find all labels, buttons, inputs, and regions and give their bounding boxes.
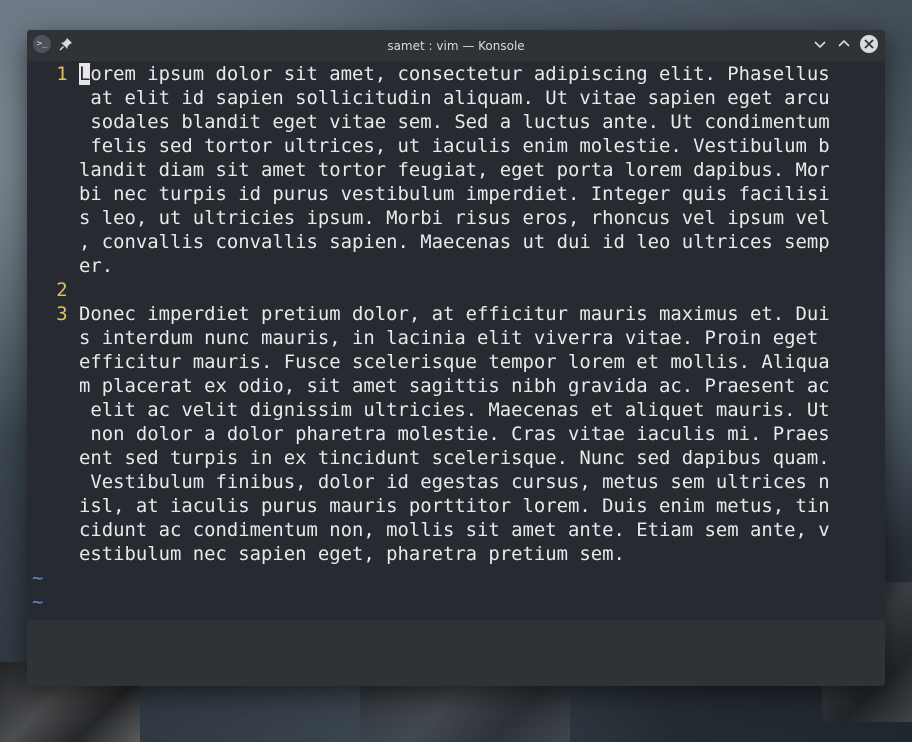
line-number xyxy=(27,326,79,350)
line-number xyxy=(27,542,79,566)
line-text: ent sed turpis in ex tincidunt scelerisq… xyxy=(79,447,830,469)
wallpaper-station-module xyxy=(360,682,570,742)
line-text: er. xyxy=(79,255,114,277)
minimize-chevron-icon[interactable] xyxy=(812,36,828,52)
maximize-chevron-icon[interactable] xyxy=(836,36,852,52)
editor-line[interactable]: non dolor a dolor pharetra molestie. Cra… xyxy=(27,422,885,446)
line-text: s leo, ut ultricies ipsum. Morbi risus e… xyxy=(79,207,830,229)
tilde-marker: ~ xyxy=(32,591,44,613)
line-number xyxy=(27,182,79,206)
editor-line[interactable]: sodales blandit eget vitae sem. Sed a lu… xyxy=(27,110,885,134)
editor-line[interactable]: at elit id sapien sollicitudin aliquam. … xyxy=(27,86,885,110)
editor-line[interactable]: cidunt ac condimentum non, mollis sit am… xyxy=(27,518,885,542)
line-number xyxy=(27,422,79,446)
window-title: samet : vim — Konsole xyxy=(387,38,525,53)
line-text: Lorem ipsum dolor sit amet, consectetur … xyxy=(79,63,830,85)
titlebar[interactable]: >_ samet : vim — Konsole xyxy=(27,30,885,61)
line-number xyxy=(27,494,79,518)
line-text: elit ac velit dignissim ultricies. Maece… xyxy=(79,399,830,421)
editor-line[interactable]: er. xyxy=(27,254,885,278)
terminal-empty-area[interactable] xyxy=(27,620,885,686)
pin-icon[interactable] xyxy=(59,37,73,51)
line-text: m placerat ex odio, sit amet sagittis ni… xyxy=(79,375,830,397)
line-number: 3 xyxy=(56,303,79,325)
line-number xyxy=(27,86,79,110)
line-number xyxy=(27,470,79,494)
line-text: estibulum nec sapien eget, pharetra pret… xyxy=(79,543,625,565)
empty-buffer-line: ~ xyxy=(27,566,885,590)
line-number xyxy=(27,110,79,134)
tilde-marker: ~ xyxy=(32,567,44,589)
line-text: Vestibulum finibus, dolor id egestas cur… xyxy=(79,471,830,493)
konsole-window[interactable]: >_ samet : vim — Konsole 1 Lorem ipsum d… xyxy=(27,30,885,686)
editor-line[interactable]: , convallis convallis sapien. Maecenas u… xyxy=(27,230,885,254)
line-number xyxy=(27,134,79,158)
editor-line[interactable]: estibulum nec sapien eget, pharetra pret… xyxy=(27,542,885,566)
editor-line[interactable]: felis sed tortor ultrices, ut iaculis en… xyxy=(27,134,885,158)
text-cursor: L xyxy=(79,63,91,85)
editor-line[interactable]: efficitur mauris. Fusce scelerisque temp… xyxy=(27,350,885,374)
editor-line[interactable]: 1 Lorem ipsum dolor sit amet, consectetu… xyxy=(27,62,885,86)
vim-editor[interactable]: 1 Lorem ipsum dolor sit amet, consectetu… xyxy=(27,61,885,686)
editor-line[interactable]: s leo, ut ultricies ipsum. Morbi risus e… xyxy=(27,206,885,230)
line-text: felis sed tortor ultrices, ut iaculis en… xyxy=(79,135,830,157)
terminal-icon[interactable]: >_ xyxy=(33,35,51,53)
empty-buffer-line: ~ xyxy=(27,590,885,614)
line-number xyxy=(27,350,79,374)
editor-line[interactable]: s interdum nunc mauris, in lacinia elit … xyxy=(27,326,885,350)
line-text: sodales blandit eget vitae sem. Sed a lu… xyxy=(79,111,830,133)
line-number xyxy=(27,398,79,422)
line-number xyxy=(27,374,79,398)
line-number xyxy=(27,158,79,182)
editor-line[interactable]: 3 Donec imperdiet pretium dolor, at effi… xyxy=(27,302,885,326)
line-number xyxy=(27,206,79,230)
editor-line[interactable]: ent sed turpis in ex tincidunt scelerisq… xyxy=(27,446,885,470)
line-text: bi nec turpis id purus vestibulum imperd… xyxy=(79,183,830,205)
line-number xyxy=(27,518,79,542)
line-text: isl, at iaculis purus mauris porttitor l… xyxy=(79,495,830,517)
line-text: s interdum nunc mauris, in lacinia elit … xyxy=(79,327,830,349)
editor-line[interactable]: landit diam sit amet tortor feugiat, ege… xyxy=(27,158,885,182)
editor-line[interactable]: isl, at iaculis purus mauris porttitor l… xyxy=(27,494,885,518)
line-text: at elit id sapien sollicitudin aliquam. … xyxy=(79,87,830,109)
line-number xyxy=(27,254,79,278)
line-text: landit diam sit amet tortor feugiat, ege… xyxy=(79,159,830,181)
editor-line[interactable]: bi nec turpis id purus vestibulum imperd… xyxy=(27,182,885,206)
line-text: Donec imperdiet pretium dolor, at effici… xyxy=(79,303,830,325)
editor-line[interactable]: Vestibulum finibus, dolor id egestas cur… xyxy=(27,470,885,494)
editor-line[interactable]: m placerat ex odio, sit amet sagittis ni… xyxy=(27,374,885,398)
close-icon[interactable] xyxy=(860,35,878,53)
editor-line[interactable]: 2 xyxy=(27,278,885,302)
line-text: non dolor a dolor pharetra molestie. Cra… xyxy=(79,423,830,445)
line-number: 1 xyxy=(56,63,79,85)
line-text: cidunt ac condimentum non, mollis sit am… xyxy=(79,519,830,541)
editor-line[interactable]: elit ac velit dignissim ultricies. Maece… xyxy=(27,398,885,422)
line-number: 2 xyxy=(56,279,79,301)
line-text: efficitur mauris. Fusce scelerisque temp… xyxy=(79,351,830,373)
line-text: , convallis convallis sapien. Maecenas u… xyxy=(79,231,830,253)
line-number xyxy=(27,446,79,470)
line-number xyxy=(27,230,79,254)
